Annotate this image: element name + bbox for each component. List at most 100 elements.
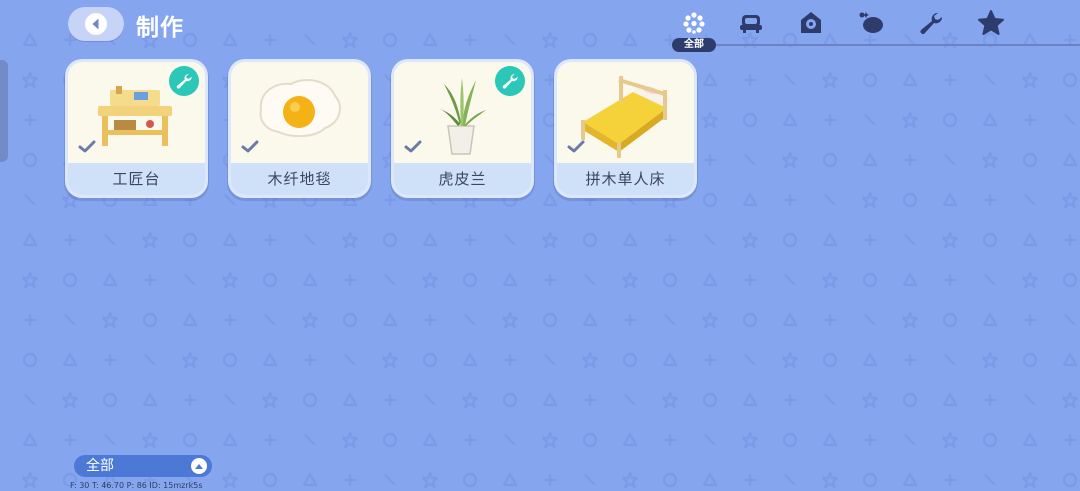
category-favorites[interactable]: [976, 8, 1006, 38]
pattern-shape: [941, 231, 959, 249]
pattern-shape: [824, 114, 836, 126]
furniture-icon: [740, 15, 762, 33]
pattern-shape: [582, 432, 598, 448]
wrench-icon: [920, 12, 943, 35]
pattern-shape: [262, 472, 278, 488]
pattern-shape: [342, 312, 358, 328]
pattern-shape: [864, 234, 876, 246]
pattern-shape: [104, 234, 116, 246]
pattern-shape: [784, 274, 796, 286]
pattern-shape: [24, 194, 36, 206]
pattern-shape: [822, 152, 838, 168]
pattern-shape: [984, 474, 996, 486]
pattern-shape: [224, 394, 236, 406]
pattern-shape: [784, 74, 796, 86]
pattern-shape: [502, 392, 518, 408]
pattern-shape: [462, 272, 478, 288]
pattern-shape: [302, 272, 318, 287]
pattern-shape: [1022, 152, 1038, 168]
pattern-shape: [862, 72, 878, 88]
pattern-shape: [304, 434, 316, 446]
pattern-shape: [541, 31, 559, 49]
pattern-shape: [704, 434, 716, 446]
pattern-shape: [504, 234, 516, 246]
pattern-shape: [861, 391, 879, 409]
pattern-shape: [424, 314, 436, 326]
pattern-shape: [822, 432, 838, 447]
side-drawer-handle[interactable]: [0, 60, 8, 162]
pattern-shape: [424, 394, 436, 406]
pattern-shape: [182, 312, 198, 327]
pattern-shape: [464, 34, 476, 46]
pattern-shape: [544, 474, 556, 486]
pattern-shape: [301, 311, 319, 329]
pattern-shape: [942, 192, 958, 207]
pattern-shape: [221, 471, 239, 489]
pattern-shape: [664, 314, 676, 326]
pattern-shape: [1022, 352, 1038, 368]
pattern-shape: [862, 352, 878, 367]
category-wallpaper[interactable]: [856, 8, 886, 38]
pattern-shape: [941, 431, 959, 449]
pattern-shape: [902, 392, 918, 408]
pattern-shape: [741, 231, 759, 249]
pattern-shape: [542, 392, 558, 407]
pattern-shape: [101, 311, 119, 329]
page-title: 制作: [136, 15, 184, 41]
pattern-shape: [984, 274, 996, 286]
pattern-shape: [21, 271, 39, 289]
recipe-card[interactable]: 木纤地毯: [231, 62, 368, 195]
pattern-shape: [22, 152, 38, 168]
pattern-shape: [61, 191, 79, 209]
pattern-shape: [624, 194, 636, 206]
pattern-shape: [742, 392, 758, 407]
pattern-shape: [622, 432, 638, 447]
filter-dropdown[interactable]: 全部: [74, 455, 212, 477]
category-house[interactable]: [796, 8, 826, 38]
category-all[interactable]: 全部: [672, 8, 716, 52]
pattern-shape: [142, 312, 158, 328]
pattern-shape: [661, 391, 679, 409]
pattern-shape: [22, 232, 38, 247]
pattern-shape: [981, 351, 999, 369]
star-icon: [978, 10, 1004, 35]
house-gear-icon: [801, 12, 821, 33]
category-bar: 全部: [670, 8, 1080, 54]
pattern-shape: [422, 232, 438, 247]
checkmark-icon: [241, 140, 259, 153]
pattern-shape: [184, 194, 196, 206]
pattern-shape: [62, 352, 78, 367]
pattern-shape: [264, 34, 276, 46]
pattern-shape: [421, 471, 439, 489]
pattern-shape: [421, 271, 439, 289]
category-furniture[interactable]: [736, 8, 766, 38]
wrench-icon: [176, 74, 192, 89]
pattern-shape: [1024, 114, 1036, 126]
pattern-shape: [141, 431, 159, 449]
pattern-shape: [1061, 191, 1079, 209]
pattern-shape: [1064, 234, 1076, 246]
pattern-shape: [622, 352, 638, 368]
pattern-shape: [341, 231, 359, 249]
category-tools[interactable]: [916, 8, 946, 38]
pattern-shape: [744, 474, 756, 486]
recipe-card[interactable]: 虎皮兰: [394, 62, 531, 195]
category-divider: [684, 44, 1080, 46]
recipe-card[interactable]: 工匠台: [68, 62, 205, 195]
chevron-up-icon: [191, 458, 207, 474]
pattern-shape: [24, 114, 36, 126]
pattern-shape: [902, 472, 918, 487]
pattern-shape: [222, 32, 238, 47]
pattern-shape: [304, 34, 316, 46]
pattern-shape: [822, 232, 838, 247]
pattern-shape: [1024, 394, 1036, 406]
pattern-shape: [22, 32, 38, 47]
pattern-shape: [422, 352, 438, 368]
pattern-shape: [782, 232, 798, 248]
pattern-shape: [1022, 432, 1038, 447]
recipe-card[interactable]: 拼木单人床: [557, 62, 694, 195]
pattern-shape: [742, 312, 758, 328]
wallpaper-icon: [859, 12, 883, 33]
back-button[interactable]: [68, 7, 124, 41]
pattern-shape: [382, 232, 398, 248]
